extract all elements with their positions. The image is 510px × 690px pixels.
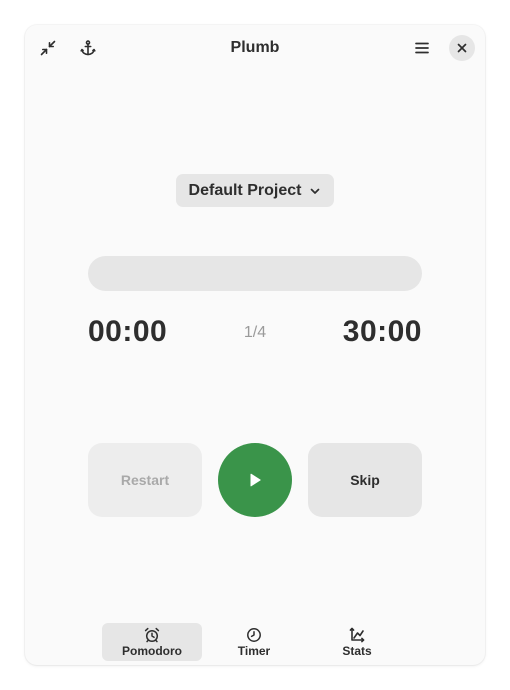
close-icon bbox=[457, 43, 467, 53]
clock-icon bbox=[247, 627, 261, 642]
timer-progress-bar bbox=[88, 256, 422, 291]
play-button[interactable] bbox=[218, 443, 292, 517]
switcher-item-timer[interactable]: Timer bbox=[204, 623, 304, 661]
switcher-label-stats: Stats bbox=[342, 643, 372, 658]
restart-button[interactable]: Restart bbox=[88, 443, 202, 517]
app-window: Plumb Default Project 00:00 1/4 30:00 Re… bbox=[25, 25, 485, 665]
switcher-item-stats[interactable]: Stats bbox=[307, 623, 407, 661]
project-label: Default Project bbox=[188, 181, 302, 199]
headerbar: Plumb bbox=[25, 25, 485, 71]
hamburger-menu-icon bbox=[415, 42, 429, 54]
skip-button[interactable]: Skip bbox=[308, 443, 422, 517]
chart-axes-icon bbox=[349, 627, 365, 642]
main-menu-button[interactable] bbox=[406, 32, 438, 64]
alarm-clock-icon bbox=[144, 627, 160, 642]
chevron-down-icon bbox=[311, 188, 320, 194]
switcher-item-pomodoro[interactable]: Pomodoro bbox=[102, 623, 202, 661]
switcher-label-timer: Timer bbox=[237, 643, 271, 658]
play-icon bbox=[250, 473, 261, 487]
project-selector[interactable]: Default Project bbox=[176, 174, 334, 207]
switcher-label-pomodoro: Pomodoro bbox=[122, 643, 182, 658]
close-button[interactable] bbox=[449, 35, 475, 61]
view-switcher: Pomodoro Timer Stats bbox=[25, 623, 485, 661]
remaining-time: 30:00 bbox=[342, 315, 422, 348]
